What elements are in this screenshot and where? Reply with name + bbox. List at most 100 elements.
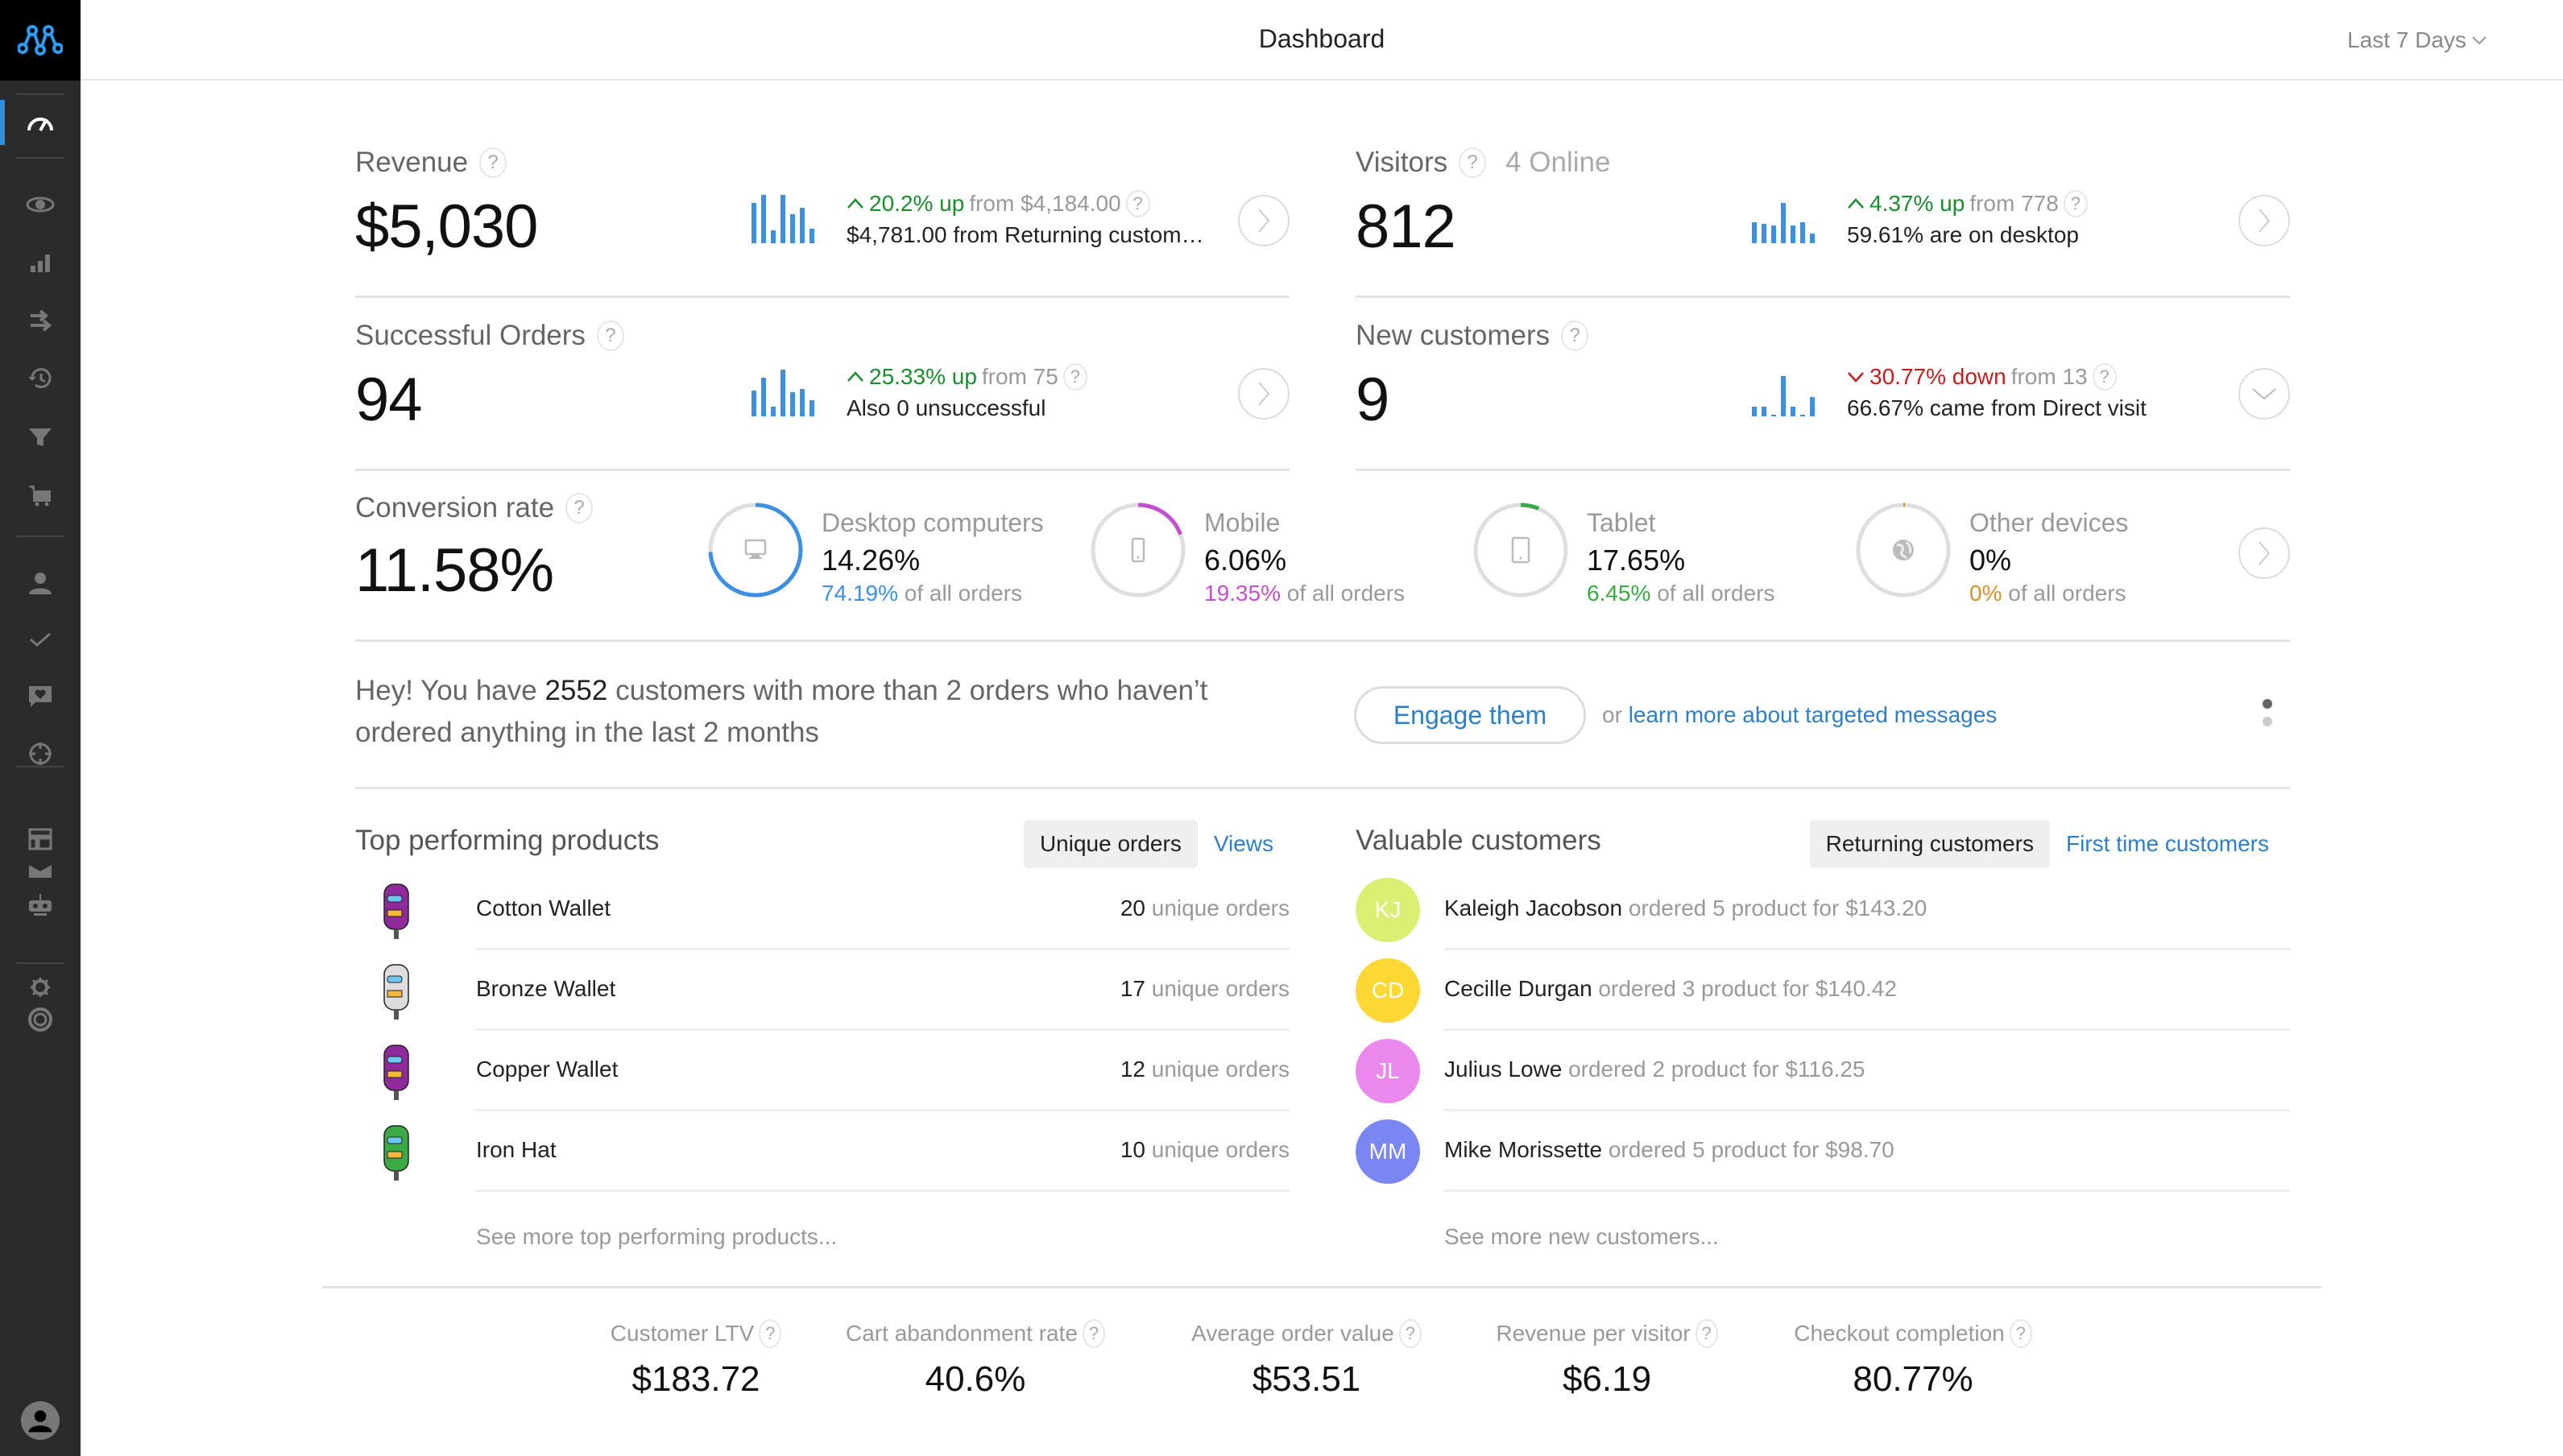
- sparkline-chart: [1752, 376, 1815, 416]
- customer-summary: Cecille Durgan ordered 3 product for $14…: [1444, 976, 1897, 1002]
- customer-name[interactable]: Kaleigh Jacobson: [1444, 896, 1622, 920]
- sidebar-divider: [16, 536, 64, 537]
- sparkline-bar: [790, 392, 795, 416]
- kpi-label: Cart abandonment rate ?: [814, 1319, 1137, 1348]
- sidebar-item-bots[interactable]: [0, 881, 81, 929]
- user-avatar[interactable]: [21, 1401, 60, 1440]
- sidebar-item-cart[interactable]: [0, 470, 81, 519]
- device-order-share: 6.45% of all orders: [1587, 581, 1775, 606]
- chevron-down-icon: [2472, 36, 2486, 45]
- sidebar-item-dashboard[interactable]: [0, 98, 81, 147]
- kpi-revenue-per-visitor: Revenue per visitor ? $6.19: [1446, 1319, 1768, 1400]
- product-name: Iron Hat: [476, 1137, 557, 1162]
- customer-name[interactable]: Julius Lowe: [1444, 1057, 1562, 1082]
- metric-label: Revenue ?: [355, 147, 507, 179]
- customer-order-detail: ordered 5 product for $143.20: [1622, 896, 1927, 920]
- cart-icon: [29, 486, 51, 507]
- logo-icon: [18, 25, 63, 56]
- tab-unique-orders[interactable]: Unique orders: [1023, 820, 1198, 868]
- help-icon[interactable]: ?: [2009, 1319, 2032, 1348]
- customer-name[interactable]: Cecille Durgan: [1444, 976, 1592, 1001]
- sidebar-item-funnels[interactable]: [0, 412, 81, 461]
- customer-row[interactable]: CD Cecille Durgan ordered 3 product for …: [1356, 950, 2290, 1031]
- help-icon[interactable]: ?: [1695, 1319, 1718, 1348]
- customer-row[interactable]: JL Julius Lowe ordered 2 product for $11…: [1356, 1031, 2290, 1111]
- sparkline-bar: [1762, 407, 1766, 416]
- customer-name[interactable]: Mike Morissette: [1444, 1137, 1602, 1162]
- conversion-details-button[interactable]: [2238, 527, 2290, 579]
- details-button[interactable]: [1238, 195, 1290, 246]
- person-icon: [29, 573, 52, 594]
- customer-row[interactable]: MM Mike Morissette ordered 5 product for…: [1356, 1111, 2290, 1192]
- learn-more-link[interactable]: learn more about targeted messages: [1629, 702, 1998, 727]
- engage-banner: Hey! You have 2552 customers with more t…: [355, 644, 2290, 789]
- sidebar-item-help[interactable]: [0, 995, 81, 1044]
- help-icon[interactable]: ?: [1125, 190, 1150, 217]
- tab-views[interactable]: Views: [1198, 820, 1290, 868]
- details-button[interactable]: [2238, 195, 2290, 246]
- product-order-count: 17 unique orders: [1120, 976, 1290, 1001]
- tab-returning-customers[interactable]: Returning customers: [1809, 820, 2050, 868]
- date-range-dropdown[interactable]: Last 7 Days: [2347, 27, 2487, 53]
- delta-from: from 75: [981, 364, 1058, 389]
- sidebar-item-reports[interactable]: [0, 238, 81, 287]
- customer-summary: Kaleigh Jacobson ordered 5 product for $…: [1444, 896, 1927, 921]
- product-row[interactable]: Copper Wallet 12 unique orders: [355, 1031, 1290, 1111]
- customer-avatar: JL: [1356, 1039, 1420, 1103]
- sidebar-item-feedback[interactable]: [0, 672, 81, 720]
- metric-value: 9: [1356, 366, 1389, 434]
- engage-them-button[interactable]: Engage them: [1354, 686, 1586, 744]
- product-row[interactable]: Bronze Wallet 17 unique orders: [355, 950, 1290, 1031]
- sparkline-bar: [1752, 407, 1757, 416]
- sparkline-bar: [1810, 234, 1815, 243]
- customer-row[interactable]: KJ Kaleigh Jacobson ordered 5 product fo…: [1356, 870, 2290, 950]
- product-name: Copper Wallet: [476, 1057, 619, 1082]
- metric-delta: 30.77% down from 13 ?: [1847, 363, 2117, 391]
- help-icon[interactable]: ?: [1561, 321, 1589, 351]
- see-more-products-link[interactable]: See more top performing products...: [476, 1224, 837, 1250]
- chevron-right-icon: [2259, 541, 2271, 565]
- metric-label: Visitors ? 4 Online: [1356, 147, 1611, 178]
- help-icon[interactable]: ?: [1062, 363, 1087, 391]
- sidebar-item-customers[interactable]: [0, 559, 81, 607]
- metric-subtext: 66.67% came from Direct visit: [1847, 395, 2147, 420]
- sparkline-bar: [809, 400, 814, 416]
- kpi-label: Checkout completion ?: [1752, 1319, 2074, 1348]
- product-row[interactable]: Cotton Wallet 20 unique orders: [355, 870, 1290, 950]
- sidebar-item-history[interactable]: [0, 354, 81, 403]
- kpi-average-order-value: Average order value ? $53.51: [1145, 1319, 1468, 1400]
- help-icon[interactable]: ?: [479, 147, 507, 178]
- pager-dot-active[interactable]: [2263, 699, 2272, 709]
- help-icon[interactable]: ?: [2092, 363, 2117, 391]
- inactive-customer-count: 2552: [544, 675, 608, 706]
- product-row[interactable]: Iron Hat 10 unique orders: [355, 1111, 1290, 1192]
- product-name: Cotton Wallet: [476, 896, 611, 920]
- see-more-customers-link[interactable]: See more new customers...: [1444, 1224, 1719, 1250]
- metric-card-revenue: Revenue ? $5,030 20.2% up from $4,184.00…: [355, 137, 1290, 298]
- details-button[interactable]: [1238, 368, 1290, 420]
- help-icon[interactable]: ?: [1459, 147, 1487, 178]
- sparkline-bar: [809, 229, 814, 243]
- conversion-row: Conversion rate ? 11.58% Desktop compute…: [355, 479, 2290, 642]
- pager-dot[interactable]: [2263, 717, 2272, 726]
- sidebar-item-flows[interactable]: [0, 296, 81, 345]
- help-icon[interactable]: ?: [1082, 1319, 1105, 1348]
- help-icon[interactable]: ?: [2063, 190, 2088, 217]
- expand-button[interactable]: [2238, 368, 2290, 420]
- sidebar-item-targeting[interactable]: [0, 730, 81, 778]
- app-logo[interactable]: [0, 0, 81, 81]
- sidebar-item-tasks[interactable]: [0, 615, 81, 664]
- sparkline-bar: [1810, 397, 1815, 416]
- metric-value: 94: [355, 366, 423, 434]
- help-icon[interactable]: ?: [565, 493, 594, 523]
- help-icon[interactable]: ?: [1398, 1319, 1422, 1348]
- sparkline-bar: [761, 378, 766, 416]
- sidebar-item-visitors[interactable]: [0, 180, 81, 229]
- metric-delta: 20.2% up from $4,184.00 ?: [847, 190, 1150, 217]
- help-icon[interactable]: ?: [596, 321, 624, 351]
- device-share-ring: [1091, 503, 1186, 598]
- sparkline-bar: [752, 203, 756, 243]
- tab-first-time-customers[interactable]: First time customers: [2050, 820, 2285, 868]
- top-products-title: Top performing products: [355, 825, 660, 856]
- help-icon[interactable]: ?: [759, 1319, 782, 1348]
